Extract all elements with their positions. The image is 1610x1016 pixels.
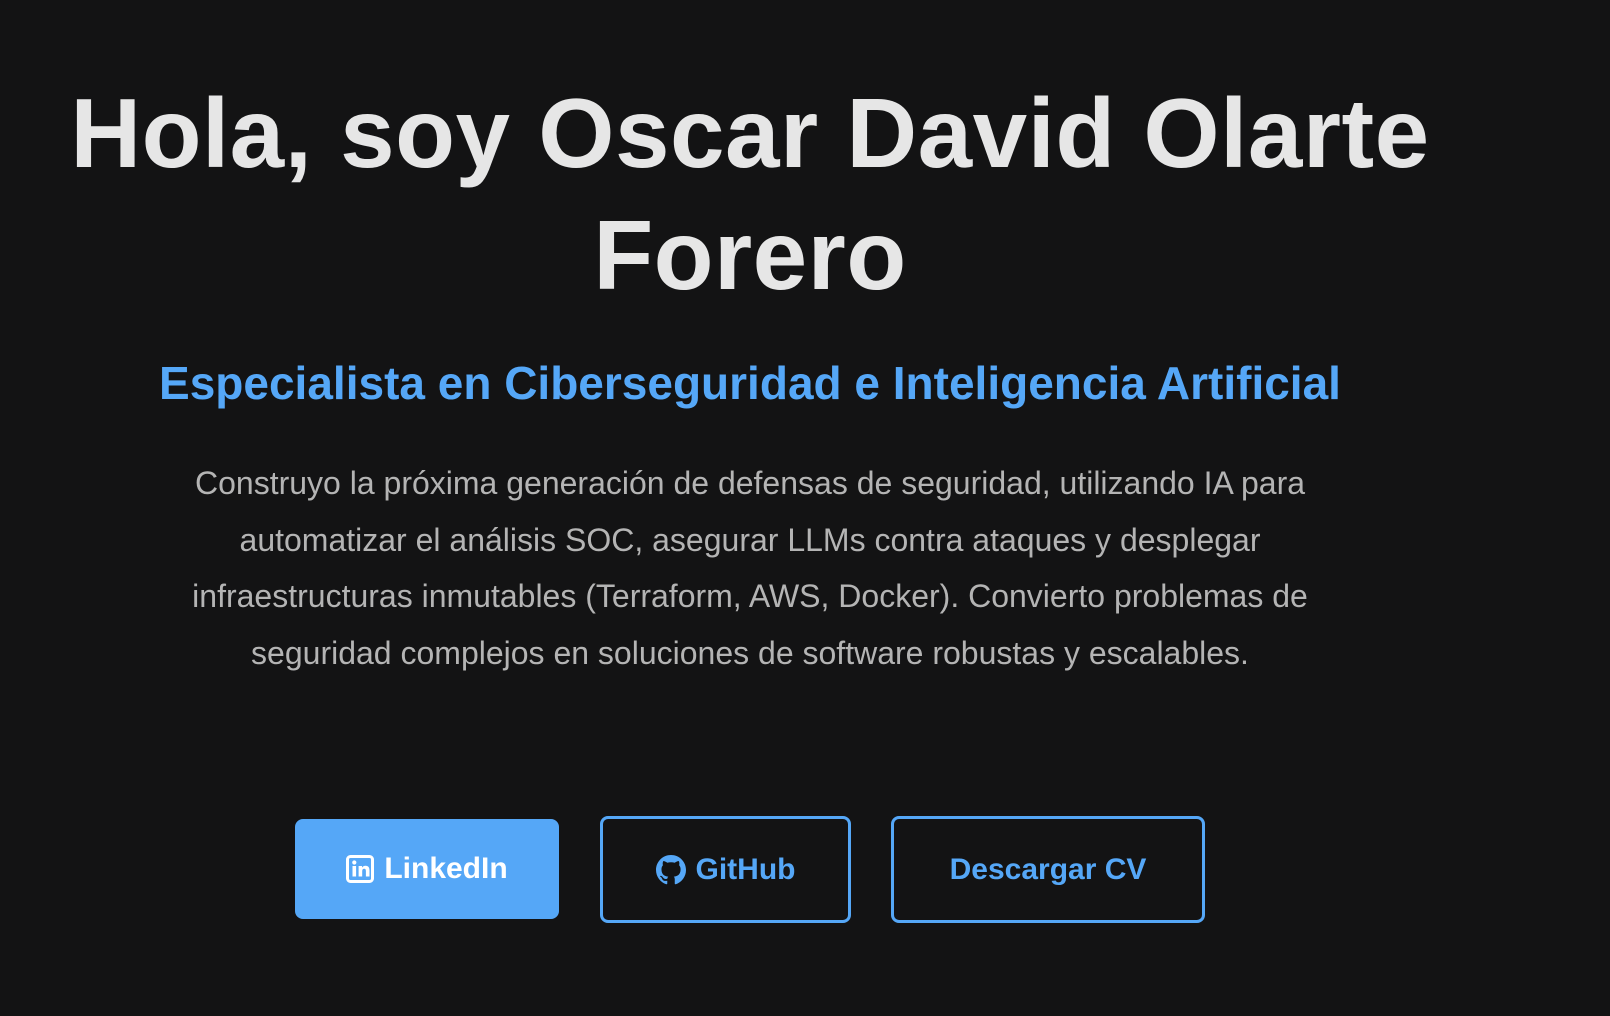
- github-label: GitHub: [695, 852, 796, 886]
- hero-description: Construyo la próxima generación de defen…: [192, 465, 1308, 671]
- page-subtitle: Especialista en Ciberseguridad e Intelig…: [159, 357, 1341, 409]
- linkedin-button[interactable]: LinkedIn: [295, 819, 559, 919]
- download-cv-label: Descargar CV: [949, 852, 1147, 886]
- page-title: Hola, soy Oscar David Olarte Forero: [70, 78, 1430, 310]
- download-cv-button[interactable]: Descargar CV: [891, 816, 1205, 923]
- linkedin-label: LinkedIn: [384, 852, 508, 885]
- github-icon: [655, 854, 686, 885]
- hero-section: Hola, soy Oscar David Olarte Forero Espe…: [0, 0, 1610, 1016]
- github-button[interactable]: GitHub: [600, 816, 851, 923]
- linkedin-icon: [346, 855, 375, 883]
